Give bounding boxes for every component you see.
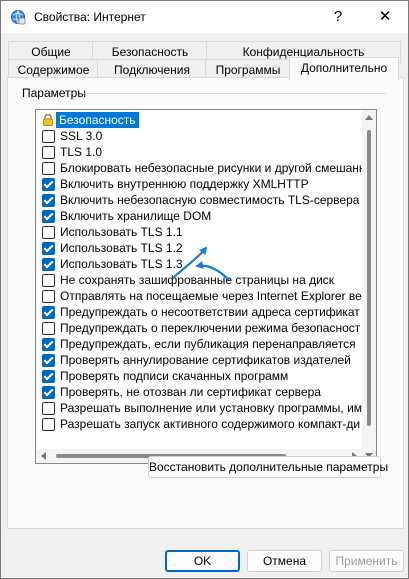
checkbox[interactable] <box>42 274 55 287</box>
list-item-label: SSL 3.0 <box>60 129 103 143</box>
checkbox[interactable] <box>42 370 55 383</box>
list-item-label: Не сохранять зашифрованные страницы на д… <box>60 273 335 287</box>
tab-advanced[interactable]: Дополнительно <box>289 57 399 80</box>
checkbox[interactable] <box>42 146 55 159</box>
category-label: Безопасность <box>56 112 139 128</box>
list-item-label: Включить внутреннюю поддержку XMLHTTP <box>60 177 309 191</box>
scroll-up-icon[interactable] <box>365 115 373 120</box>
settings-group-label: Параметры <box>22 86 90 100</box>
checkbox[interactable] <box>42 338 55 351</box>
list-item-label: Проверять аннулирование сертификатов изд… <box>60 353 351 367</box>
list-item-label: Отправлять на посещаемые через Internet … <box>60 289 362 303</box>
list-item-label: Включить небезопасную совместимость TLS-… <box>60 193 360 207</box>
internet-properties-dialog: Свойства: Интернет ? ✕ Общие Безопасност… <box>0 0 409 579</box>
list-item-label: Использовать TLS 1.1 <box>60 225 183 239</box>
window-title: Свойства: Интернет <box>34 10 146 24</box>
apply-button: Применить <box>329 550 404 572</box>
scroll-thumb[interactable] <box>367 130 371 426</box>
settings-list[interactable]: Безопасность SSL 3.0 TLS 1.0 Блокировать н… <box>35 109 377 464</box>
checkbox[interactable] <box>42 194 55 207</box>
list-item-label: Предупреждать о несоответствии адреса се… <box>60 305 360 319</box>
group-divider <box>84 93 386 94</box>
restore-defaults-button[interactable]: Восстановить дополнительные параметры <box>148 456 388 478</box>
scroll-left-icon[interactable] <box>41 452 46 460</box>
checkbox[interactable] <box>42 130 55 143</box>
checkbox[interactable] <box>42 354 55 367</box>
checkbox[interactable] <box>42 402 55 415</box>
list-item-label: Разрешать запуск активного содержимого к… <box>60 417 361 431</box>
vertical-scrollbar[interactable] <box>362 110 376 463</box>
internet-options-icon <box>11 10 26 25</box>
list-item-label: Проверять, не отозван ли сертификат серв… <box>60 385 321 399</box>
title-bar: Свойства: Интернет ? ✕ <box>1 1 408 33</box>
list-item-label: Использовать TLS 1.3 <box>60 257 183 271</box>
list-item-label: Проверять подписи скачанных программ <box>60 369 289 383</box>
checkbox[interactable] <box>42 226 55 239</box>
checkbox[interactable] <box>42 178 55 191</box>
checkbox[interactable] <box>42 386 55 399</box>
list-item-label: Включить хранилище DOM <box>60 209 212 223</box>
checkbox[interactable] <box>42 258 55 271</box>
checkbox[interactable] <box>42 210 55 223</box>
list-item-label: Использовать TLS 1.2 <box>60 241 183 255</box>
ok-button[interactable]: OK <box>165 550 240 572</box>
list-item-label: Предупреждать о переключении режима безо… <box>60 321 361 335</box>
lock-icon <box>43 114 53 126</box>
list-item-label: Блокировать небезопасные рисунки и друго… <box>60 161 366 175</box>
cancel-button[interactable]: Отмена <box>247 550 322 572</box>
checkbox[interactable] <box>42 162 55 175</box>
help-button[interactable]: ? <box>315 1 361 33</box>
checkbox[interactable] <box>42 306 55 319</box>
list-item-label: Разрешать выполнение или установку прогр… <box>60 401 369 415</box>
close-button[interactable]: ✕ <box>362 1 408 33</box>
list-item-label: Предупреждать, если публикация перенапра… <box>60 337 356 351</box>
list-item-label: TLS 1.0 <box>60 145 103 159</box>
checkbox[interactable] <box>42 290 55 303</box>
checkbox[interactable] <box>42 322 55 335</box>
advanced-tab-panel: Параметры Безопасность SSL 3.0 TLS 1.0 Бло… <box>7 77 404 529</box>
checkbox[interactable] <box>42 242 55 255</box>
checkbox[interactable] <box>42 418 55 431</box>
